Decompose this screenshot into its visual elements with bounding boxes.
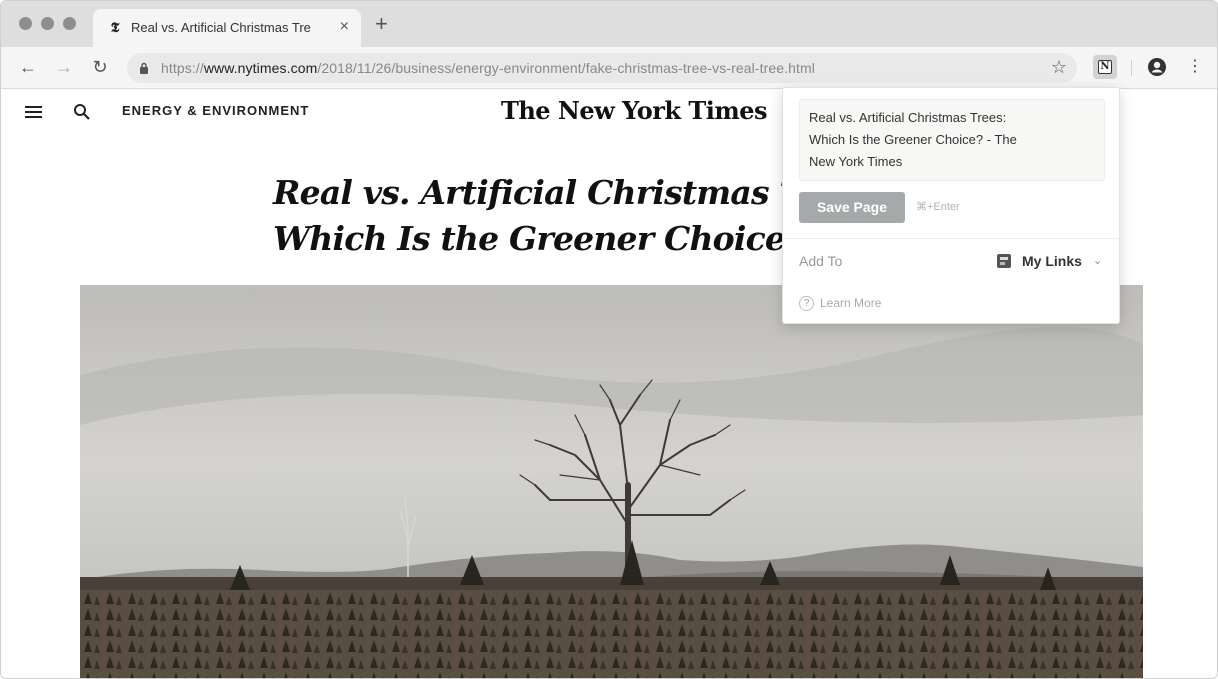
save-shortcut-hint: ⌘+Enter xyxy=(916,201,960,213)
help-icon[interactable]: ? xyxy=(799,296,814,311)
workspace-icon[interactable] xyxy=(995,252,1013,270)
notion-clipper-popup: Real vs. Artificial Christmas Trees: Whi… xyxy=(782,87,1120,324)
browser-toolbar: ← → ↻ https://www.nytimes.com/2018/11/26… xyxy=(1,47,1217,89)
toolbar-separator xyxy=(1131,60,1132,76)
back-icon[interactable]: ← xyxy=(17,56,39,78)
hamburger-menu-icon[interactable] xyxy=(25,106,42,119)
chevron-down-icon[interactable]: ⌄ xyxy=(1093,254,1102,267)
learn-more-link[interactable]: Learn More xyxy=(820,296,881,310)
nyt-favicon-icon: 𝕿 xyxy=(110,20,120,36)
address-bar[interactable]: https://www.nytimes.com/2018/11/26/busin… xyxy=(127,53,1077,83)
url-host: www.nytimes.com xyxy=(203,60,318,76)
reload-icon[interactable]: ↻ xyxy=(89,56,111,78)
new-tab-button[interactable]: + xyxy=(375,13,388,35)
tab-bar: 𝕿 Real vs. Artificial Christmas Tre × + xyxy=(1,1,1217,47)
page-title-input[interactable]: Real vs. Artificial Christmas Trees: Whi… xyxy=(799,99,1105,181)
url-path: /2018/11/26/business/energy-environment/… xyxy=(317,60,816,76)
forward-icon[interactable]: → xyxy=(53,56,75,78)
lock-icon xyxy=(140,62,148,74)
url-scheme: https:// xyxy=(161,60,204,76)
tab-close-icon[interactable]: × xyxy=(340,18,349,36)
popup-divider xyxy=(783,238,1119,239)
maximize-window-button[interactable] xyxy=(63,17,76,30)
notion-icon: N xyxy=(1098,60,1112,74)
workspace-selector[interactable]: My Links xyxy=(1022,253,1082,269)
tab-active[interactable]: 𝕿 Real vs. Artificial Christmas Tre × xyxy=(93,9,361,47)
add-to-label: Add To xyxy=(799,253,843,269)
article-photo xyxy=(80,285,1143,678)
tab-title: Real vs. Artificial Christmas Tre xyxy=(131,20,311,35)
url-text: https://www.nytimes.com/2018/11/26/busin… xyxy=(161,60,815,76)
search-icon[interactable] xyxy=(73,103,91,121)
nyt-masthead-logo[interactable]: The New York Times xyxy=(501,96,768,125)
minimize-window-button[interactable] xyxy=(41,17,54,30)
close-window-button[interactable] xyxy=(19,17,32,30)
section-label[interactable]: ENERGY & ENVIRONMENT xyxy=(122,103,309,118)
save-page-button[interactable]: Save Page xyxy=(799,192,905,223)
browser-menu-icon[interactable]: ⋮ xyxy=(1187,56,1203,78)
browser-window: 𝕿 Real vs. Artificial Christmas Tre × + … xyxy=(0,0,1218,679)
profile-icon[interactable] xyxy=(1147,57,1167,77)
bookmark-star-icon[interactable]: ☆ xyxy=(1051,57,1067,78)
notion-extension-button[interactable]: N xyxy=(1093,55,1117,79)
